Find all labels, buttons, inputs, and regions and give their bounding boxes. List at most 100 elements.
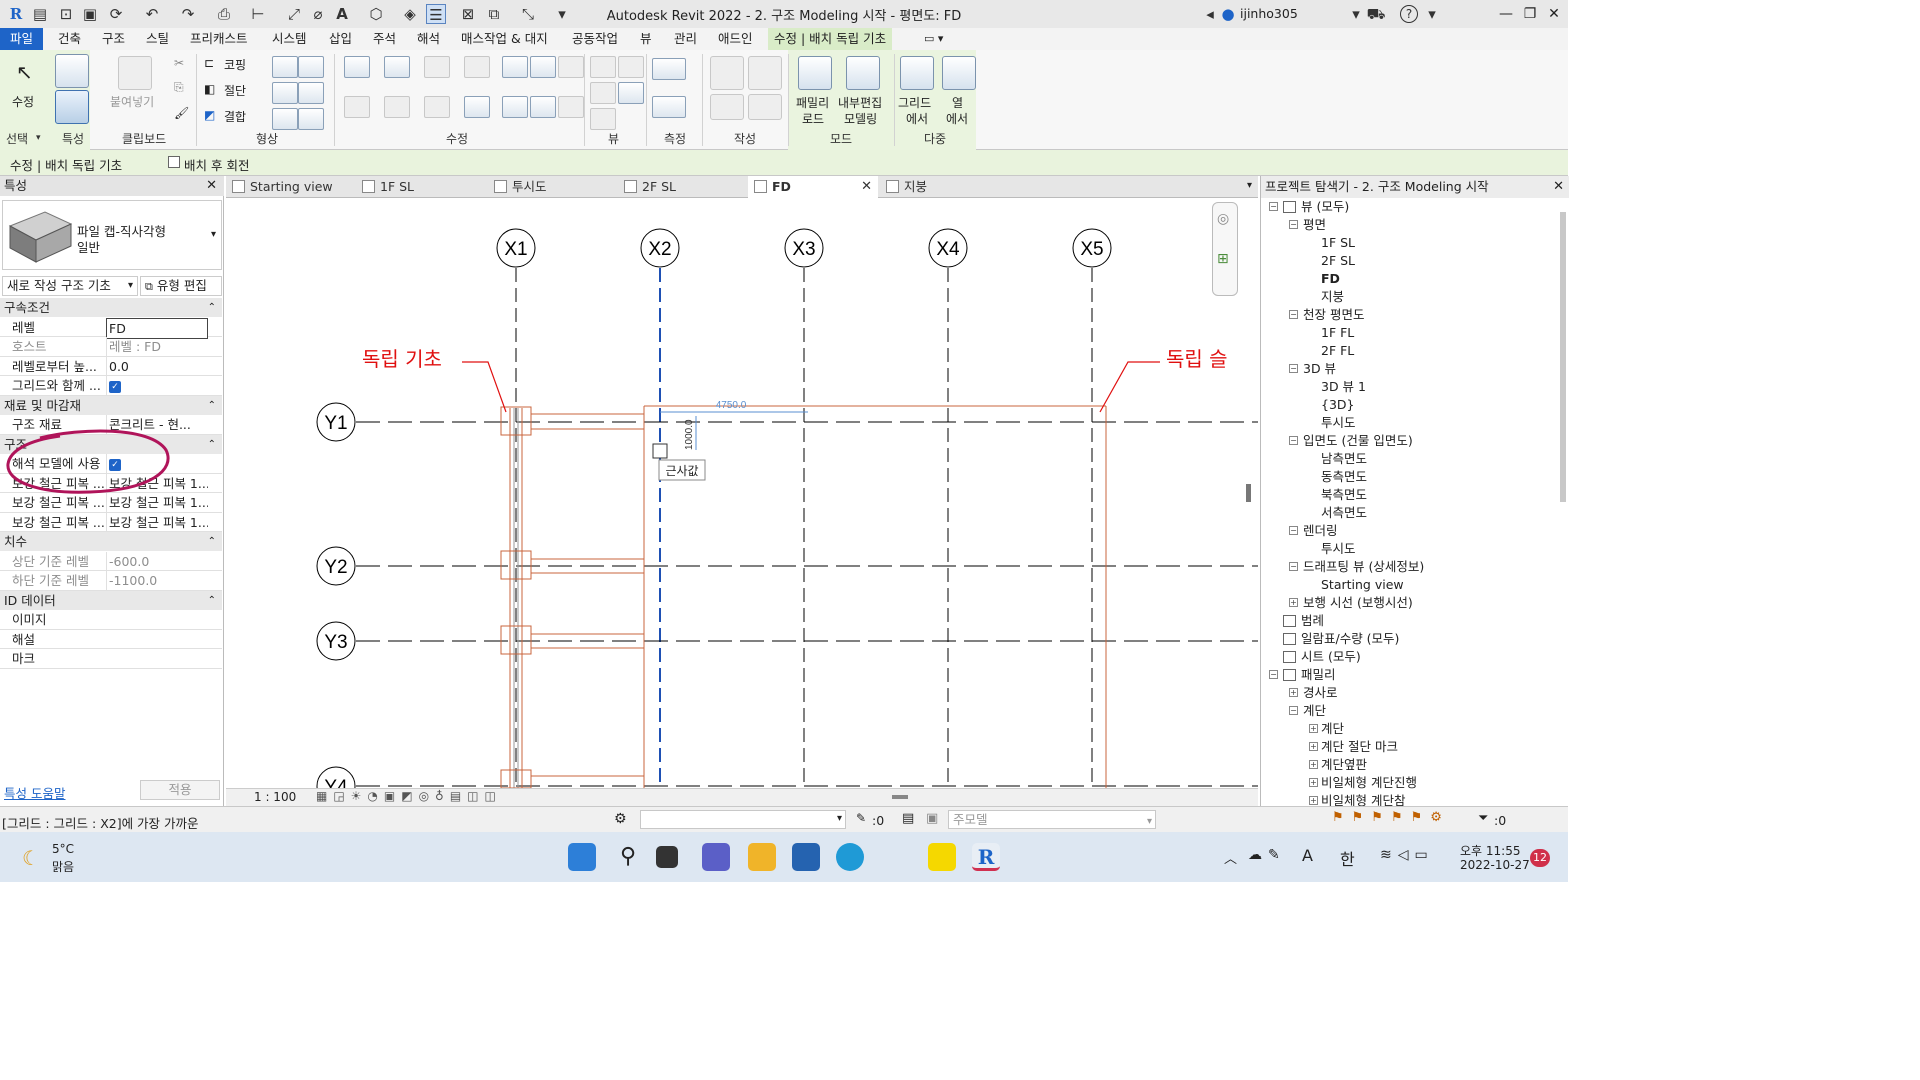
tray-icons[interactable]: ☁✎: [1248, 847, 1286, 863]
dimension-horizontal-value[interactable]: 4750.0: [716, 400, 747, 411]
inplace-label-1[interactable]: 내부편집: [838, 94, 882, 111]
load-family-label-1[interactable]: 패밀리: [796, 94, 829, 111]
join-icon[interactable]: ◩: [204, 108, 215, 122]
align-icon[interactable]: [344, 56, 370, 78]
search-icon[interactable]: ⚲: [614, 843, 642, 871]
selection-filter-icons[interactable]: ⚑⚑⚑⚑⚑⚙: [1332, 810, 1450, 825]
workset-select[interactable]: ▾: [640, 810, 846, 829]
edge-icon[interactable]: [836, 843, 864, 871]
chevron-down-icon[interactable]: ▾: [36, 133, 41, 143]
collapse-toggle-icon[interactable]: −: [1289, 220, 1298, 229]
prop-section[interactable]: ID 데이터 ⌃: [0, 590, 222, 610]
collapse-icon[interactable]: ⌃: [208, 435, 216, 454]
collapse-toggle-icon[interactable]: −: [1289, 562, 1298, 571]
panel-toggle-icon[interactable]: ▭ ▾: [918, 28, 949, 50]
expand-toggle-icon[interactable]: +: [1289, 598, 1298, 607]
type-selector[interactable]: 파일 캡-직사각형 일반 ▾: [2, 200, 222, 270]
network-sound-battery-icons[interactable]: ≋◁▭: [1380, 847, 1434, 863]
apply-button[interactable]: 적용: [140, 780, 220, 800]
tab-modify-place-footing[interactable]: 수정 | 배치 독립 기초: [768, 28, 893, 50]
browser-item[interactable]: 입면도 (건물 입면도): [1303, 432, 1413, 450]
drawing-canvas[interactable]: X1 X2 X3 X4 X5 Y1 Y2 Y3 Y4 4750.0 1000.0…: [226, 198, 1258, 788]
view-tab-2f-sl[interactable]: 2F SL: [618, 176, 746, 198]
prop-section[interactable]: 재료 및 마감재 ⌃: [0, 395, 222, 415]
close-icon[interactable]: ✕: [1553, 179, 1564, 194]
tab-addins[interactable]: 애드인: [712, 28, 759, 50]
temporary-dimension[interactable]: [660, 411, 808, 450]
user-name[interactable]: ijinho305: [1240, 6, 1298, 21]
view-tab-starting-view[interactable]: Starting view: [226, 176, 354, 198]
load-family-icon[interactable]: [798, 56, 832, 90]
chevron-down-icon[interactable]: ▾: [1422, 4, 1442, 24]
chevron-up-icon[interactable]: ︿: [1224, 848, 1237, 867]
chevron-down-icon[interactable]: ▾: [1247, 180, 1252, 191]
chevron-down-icon[interactable]: ▾: [211, 229, 216, 240]
browser-item[interactable]: 북측면도: [1321, 486, 1367, 504]
expand-toggle-icon[interactable]: +: [1309, 742, 1318, 751]
at-columns-icon[interactable]: [942, 56, 976, 90]
chevron-down-icon[interactable]: ▾: [1346, 4, 1366, 24]
tab-collaborate[interactable]: 공동작업: [566, 28, 624, 50]
tab-massing-site[interactable]: 매스작업 & 대지: [455, 28, 554, 50]
split-gap-icon[interactable]: [530, 56, 556, 78]
prop-section[interactable]: 구속조건 ⌃: [0, 298, 222, 317]
cut-geometry-button[interactable]: 절단: [224, 82, 246, 99]
checkbox-checked[interactable]: ✓: [109, 380, 121, 393]
cope-button[interactable]: 코핑: [224, 56, 246, 73]
tab-systems[interactable]: 시스템: [266, 28, 313, 50]
browser-item[interactable]: 투시도: [1321, 414, 1356, 432]
weather-temp[interactable]: 5°C: [52, 842, 74, 856]
collapse-icon[interactable]: ⌃: [208, 591, 216, 610]
worksharing-icon[interactable]: ⚙: [614, 811, 627, 827]
browser-item[interactable]: 계단: [1303, 702, 1326, 720]
browser-item[interactable]: 남측면도: [1321, 450, 1367, 468]
zoom-icon[interactable]: ⊞: [1217, 251, 1229, 267]
view-scale[interactable]: 1 : 100: [254, 790, 296, 804]
prop-value[interactable]: ✓: [106, 376, 208, 395]
split-face-icon[interactable]: [298, 56, 324, 78]
design-options-icon[interactable]: ▤: [902, 811, 914, 826]
browser-item[interactable]: 3D 뷰 1: [1321, 378, 1366, 396]
ime-indicator[interactable]: 한: [1340, 846, 1355, 870]
tab-structure[interactable]: 구조: [96, 28, 131, 50]
file-explorer-icon[interactable]: [748, 843, 776, 871]
sticky-notes-icon[interactable]: [928, 843, 956, 871]
browser-item[interactable]: 평면: [1303, 216, 1326, 234]
lang-indicator[interactable]: A: [1302, 846, 1313, 865]
browser-item[interactable]: 2F SL: [1321, 252, 1355, 270]
close-button[interactable]: ✕: [1542, 3, 1566, 25]
cart-icon[interactable]: ⛟: [1366, 4, 1386, 24]
properties-icon[interactable]: [55, 90, 89, 124]
browser-item[interactable]: 서측면도: [1321, 504, 1367, 522]
browser-item[interactable]: 시트 (모두): [1301, 648, 1361, 666]
expand-toggle-icon[interactable]: +: [1309, 760, 1318, 769]
type-properties-icon[interactable]: [55, 54, 89, 88]
filter-icon[interactable]: ⏷: [1478, 811, 1488, 826]
collapse-icon[interactable]: ⌃: [208, 298, 216, 317]
browser-item[interactable]: 드래프팅 뷰 (상세정보): [1303, 558, 1424, 576]
expand-toggle-icon[interactable]: +: [1309, 778, 1318, 787]
start-icon[interactable]: [568, 843, 596, 871]
view-tab-fd[interactable]: FD ✕: [748, 176, 878, 198]
browser-item[interactable]: {3D}: [1321, 396, 1354, 414]
notification-badge[interactable]: 12: [1530, 849, 1550, 867]
help-icon[interactable]: ?: [1400, 5, 1418, 23]
cut-geometry-icon[interactable]: ◧: [204, 82, 215, 96]
collapse-toggle-icon[interactable]: −: [1289, 364, 1298, 373]
editable-only-icon[interactable]: ✎: [856, 811, 866, 825]
browser-item[interactable]: 뷰 (모두): [1301, 198, 1349, 216]
tab-view[interactable]: 뷰: [634, 28, 658, 50]
measure-distance-icon[interactable]: [652, 58, 686, 80]
load-family-label-2[interactable]: 로드: [802, 110, 824, 127]
collapse-toggle-icon[interactable]: −: [1269, 670, 1278, 679]
tab-annotate[interactable]: 주석: [367, 28, 402, 50]
prop-value[interactable]: 보강 철근 피복 1...: [106, 512, 208, 532]
cursor-icon[interactable]: ↖: [16, 60, 33, 84]
collapse-toggle-icon[interactable]: −: [1289, 310, 1298, 319]
at-columns-label-2[interactable]: 에서: [946, 110, 968, 127]
split-icon[interactable]: [502, 56, 528, 78]
browser-item[interactable]: 경사로: [1303, 684, 1338, 702]
clock-time[interactable]: 오후 11:55: [1460, 842, 1520, 859]
browser-item[interactable]: 투시도: [1321, 540, 1356, 558]
view-tab-1f-sl[interactable]: 1F SL: [356, 176, 484, 198]
